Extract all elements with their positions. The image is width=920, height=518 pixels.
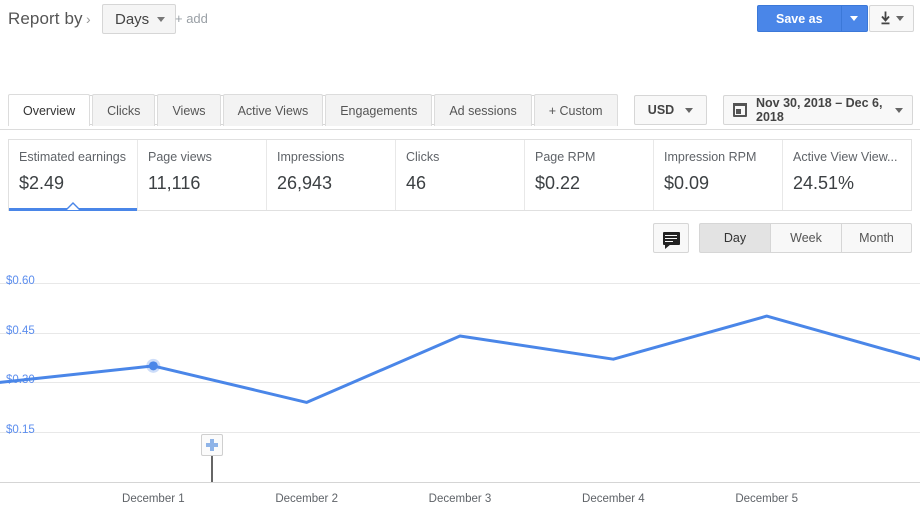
top-toolbar: Report by › Days + add Save as (0, 0, 920, 45)
metric-card-page-rpm[interactable]: Page RPM $0.22 (525, 140, 654, 210)
metric-label: Active View View... (793, 150, 898, 164)
metric-card-page-views[interactable]: Page views 11,116 (138, 140, 267, 210)
adsense-report-page: Report by › Days + add Save as Filter + … (0, 0, 920, 518)
metric-value: $2.49 (19, 173, 65, 193)
report-tabs: Overview Clicks Views Active Views Engagemen… (8, 94, 618, 127)
x-axis-tick-label: December 3 (428, 493, 492, 505)
add-annotation-button[interactable] (201, 434, 223, 456)
x-axis-tick-label: December 2 (275, 493, 338, 505)
tab-label: Engagements (340, 103, 418, 118)
x-axis-tick-label: December 1 (122, 493, 185, 505)
metric-card-active-view-view[interactable]: Active View View... 24.51% (783, 140, 911, 210)
annotations-button[interactable] (653, 223, 689, 253)
metric-label: Impression RPM (664, 150, 757, 164)
x-axis-tick-label: December 4 (582, 493, 645, 505)
metric-label: Page views (148, 150, 212, 164)
metric-label: Page RPM (535, 150, 596, 164)
active-metric-notch (65, 202, 81, 210)
comment-icon (662, 231, 680, 249)
tab-ad-sessions[interactable]: Ad sessions (434, 94, 532, 126)
highlighted-data-point[interactable] (148, 361, 158, 371)
chevron-down-icon (850, 16, 859, 21)
download-button[interactable] (869, 5, 914, 32)
tab-label: Overview (23, 103, 76, 118)
report-tabs-bar: Overview Clicks Views Active Views Engagemen… (0, 90, 920, 130)
metric-value: 24.51% (793, 173, 855, 193)
x-axis-tick-label: December 5 (735, 493, 798, 505)
tab-overview[interactable]: Overview (8, 94, 91, 127)
metric-card-impressions[interactable]: Impressions 26,943 (267, 140, 396, 210)
annotation-stem (211, 456, 213, 482)
save-as-button-group: Save as (757, 5, 868, 32)
tab-label: Ad sessions (449, 103, 517, 118)
add-dimension-link[interactable]: + add (175, 11, 208, 26)
granularity-toggle: Day Week Month (699, 223, 912, 253)
tab-label: Clicks (107, 103, 141, 118)
report-by-label: Report by (8, 9, 83, 28)
dimension-days-dropdown[interactable]: Days (102, 4, 177, 34)
plus-icon (206, 439, 218, 451)
tab-label: Active Views (237, 103, 309, 118)
metric-value: 46 (406, 173, 427, 193)
metric-value: $0.22 (535, 173, 581, 193)
breadcrumb-chevron-icon: › (86, 11, 91, 27)
dimension-days-label: Days (115, 10, 150, 28)
granularity-month[interactable]: Month (841, 223, 912, 253)
earnings-line-chart: $0.60 $0.45 $0.30 $0.15 December 1 December … (0, 258, 920, 518)
save-as-dropdown-button[interactable] (841, 5, 868, 32)
metric-label: Clicks (406, 150, 440, 164)
tab-views[interactable]: Views (157, 94, 221, 126)
tab-active-views[interactable]: Active Views (222, 94, 324, 126)
tab-label: Views (172, 103, 206, 118)
chart-plot-line (0, 314, 920, 404)
granularity-week[interactable]: Week (770, 223, 841, 253)
metric-card-clicks[interactable]: Clicks 46 (396, 140, 525, 210)
save-as-button[interactable]: Save as (757, 5, 842, 32)
metric-label: Impressions (277, 150, 345, 164)
metric-value: 26,943 (277, 173, 333, 193)
metric-label: Estimated earnings (19, 150, 127, 164)
metric-value: $0.09 (664, 173, 710, 193)
metric-cards: Estimated earnings $2.49 Page views 11,116 I… (8, 139, 912, 211)
download-icon (881, 11, 890, 25)
tab-label: + Custom (548, 103, 603, 118)
metric-value: 11,116 (148, 173, 201, 193)
x-axis-line (0, 482, 920, 483)
filter-toolbar: Filter + add USD Nov 30, 2018 – Dec 6, 2… (0, 45, 920, 125)
tab-clicks[interactable]: Clicks (92, 94, 156, 126)
metric-card-estimated-earnings[interactable]: Estimated earnings $2.49 (9, 140, 138, 211)
chevron-down-icon (896, 16, 904, 21)
series-line-estimated-earnings (0, 314, 920, 404)
chart-controls: Day Week Month (653, 223, 912, 253)
tab-engagements[interactable]: Engagements (325, 94, 433, 126)
chevron-down-icon (157, 16, 166, 22)
tab-custom[interactable]: + Custom (533, 94, 618, 126)
granularity-day[interactable]: Day (699, 223, 770, 253)
metric-card-impression-rpm[interactable]: Impression RPM $0.09 (654, 140, 783, 210)
